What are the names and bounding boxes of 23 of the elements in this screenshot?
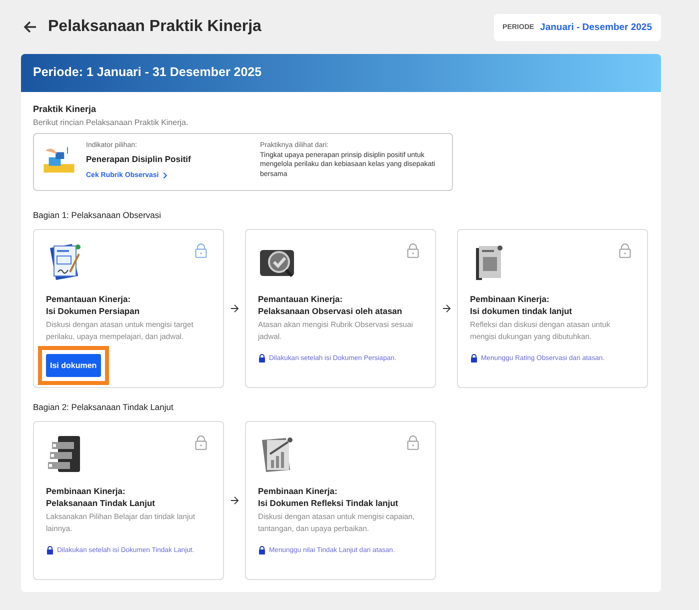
section-subtitle: Berikut rincian Pelaksanaan Praktik Kinerja. <box>33 118 190 127</box>
padlock-icon <box>258 354 266 364</box>
padlock-icon <box>470 354 478 364</box>
section-title: Bagian 1: Pelaksanaan Observasi <box>33 210 162 220</box>
page-title: Pelaksanaan Praktik Kinerja <box>48 18 262 36</box>
card-title: Pemantauan Kinerja: Pelaksanaan Observasi oleh atasan <box>258 294 404 318</box>
card-title: Pembinaan Kinerja: Isi dokumen tindak lanjut <box>470 294 574 318</box>
padlock-icon <box>46 546 54 556</box>
arrow-right-icon <box>230 496 239 505</box>
fill-document-button[interactable]: Isi dokumen <box>46 354 101 378</box>
section-heading: Praktik Kinerja <box>33 104 98 114</box>
arrow-right-icon <box>230 304 239 313</box>
chevron-right-icon <box>162 172 169 179</box>
card-title: Pembinaan Kinerja: Isi Dokumen Refleksi Tindak lanjut <box>258 486 400 510</box>
padlock-icon <box>258 546 266 556</box>
arrow-right-icon <box>442 304 451 313</box>
section-title: Bagian 2: Pelaksanaan Tindak Lanjut <box>33 402 174 412</box>
period-value: Januari - Desember 2025 <box>540 22 652 32</box>
card-title: Pembinaan Kinerja: Pelaksanaan Tindak Lanjut <box>46 486 156 510</box>
period-banner: Periode: 1 Januari - 31 Desember 2025 <box>21 54 661 92</box>
indicator-name: Penerapan Disiplin Positif <box>86 154 192 164</box>
back-arrow-icon[interactable] <box>22 19 38 35</box>
card-title: Pemantauan Kinerja: Isi Dokumen Persiapan <box>46 294 141 318</box>
